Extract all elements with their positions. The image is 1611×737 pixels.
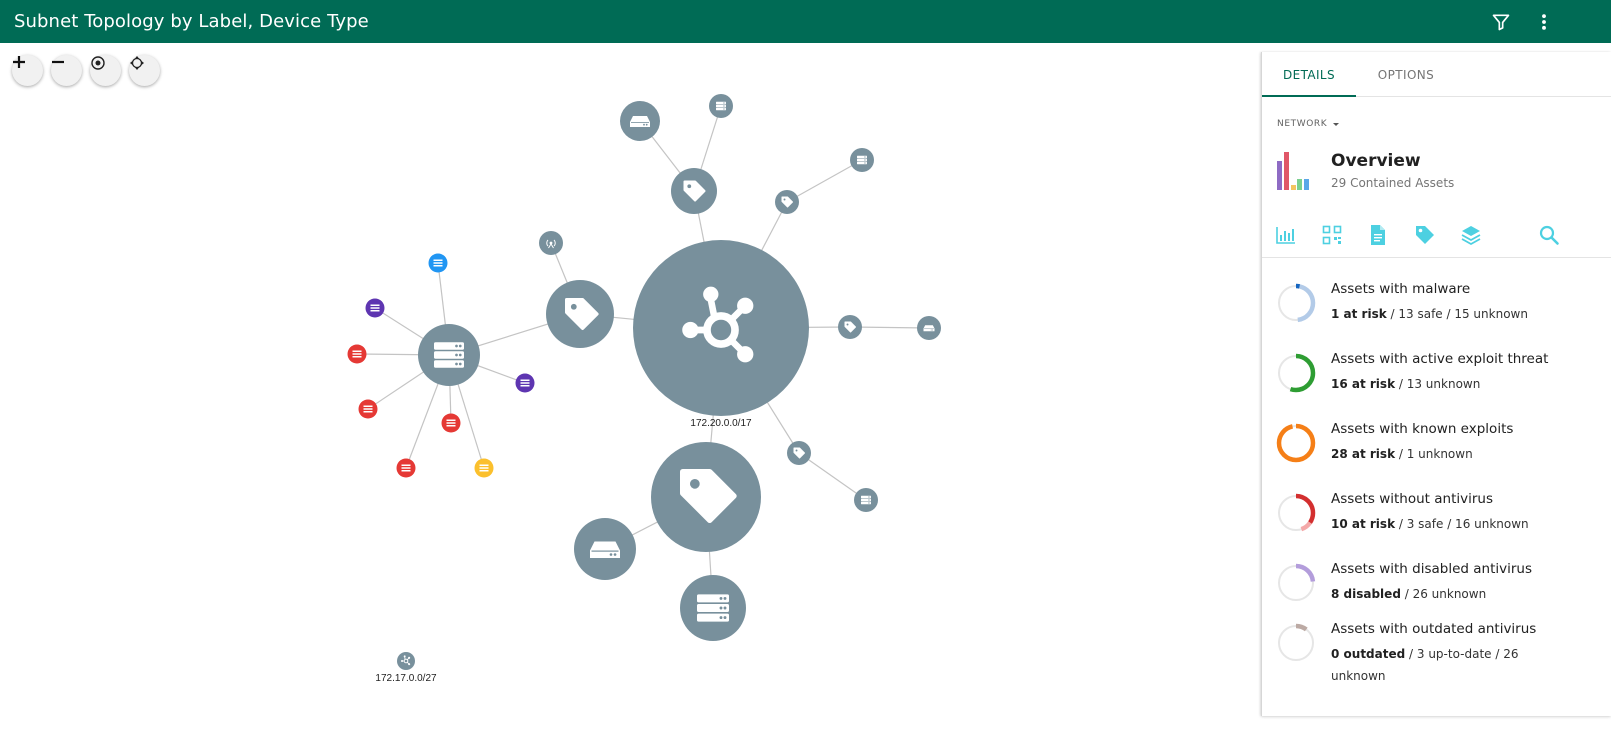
drive-node[interactable]: [917, 316, 941, 340]
details-panel: DETAILS OPTIONS NETWORK Overview 29 Cont…: [1261, 52, 1611, 716]
metric-counts: 28 at risk / 1 unknown: [1331, 447, 1473, 461]
active-tab-indicator: [1262, 95, 1356, 97]
metric-active-exploit[interactable]: Assets with active exploit threat 16 at …: [1262, 351, 1611, 415]
network-selector[interactable]: NETWORK: [1277, 119, 1341, 129]
asset-node-purple[interactable]: [515, 373, 535, 393]
toolbar-divider: [1262, 257, 1611, 258]
asset-node-red[interactable]: [358, 399, 378, 419]
metric-outdated-antivirus[interactable]: Assets with outdated antivirus 0 outdate…: [1262, 621, 1611, 685]
server-node[interactable]: [709, 94, 733, 118]
asset-node-red[interactable]: [396, 458, 416, 478]
known-exploits-donut: [1276, 423, 1316, 463]
overview-subtitle: 29 Contained Assets: [1331, 176, 1455, 190]
metric-known-exploits[interactable]: Assets with known exploits 28 at risk / …: [1262, 421, 1611, 485]
page-title: Subnet Topology by Label, Device Type: [14, 11, 369, 32]
more-vert-icon[interactable]: [1530, 8, 1558, 36]
document-icon[interactable]: [1367, 224, 1389, 246]
subnet-node-main[interactable]: [633, 240, 809, 416]
metric-title: Assets without antivirus: [1331, 491, 1494, 507]
caret-down-icon: [1333, 123, 1340, 126]
donut-segment: [1278, 625, 1314, 661]
donut-segment: [1276, 423, 1316, 463]
layers-icon[interactable]: [1460, 224, 1482, 246]
metric-title: Assets with disabled antivirus: [1331, 561, 1533, 577]
filter-icon[interactable]: [1487, 8, 1515, 36]
tab-options[interactable]: OPTIONS: [1356, 52, 1456, 97]
asset-node-red[interactable]: [347, 344, 367, 364]
metric-title: Assets with outdated antivirus: [1331, 621, 1537, 637]
metric-disabled-antivirus[interactable]: Assets with disabled antivirus 8 disable…: [1262, 561, 1611, 625]
panel-tabs: DETAILS OPTIONS: [1262, 52, 1611, 97]
outdated-antivirus-donut: [1276, 623, 1316, 663]
search-icon[interactable]: [1538, 224, 1560, 246]
server-node[interactable]: [418, 324, 480, 386]
wireless-node[interactable]: [539, 231, 563, 255]
drive-node[interactable]: [574, 518, 636, 580]
without-antivirus-donut: [1276, 493, 1316, 533]
subnet-node-small[interactable]: [397, 652, 415, 670]
network-selector-label: NETWORK: [1277, 119, 1328, 129]
active-exploit-donut: [1276, 353, 1316, 393]
server-node[interactable]: [680, 575, 746, 641]
app-header: Subnet Topology by Label, Device Type: [0, 0, 1611, 43]
label-node[interactable]: [671, 168, 717, 214]
topology-graph: 172.20.0.0/17 172.17.0.0/27: [347, 94, 941, 684]
label-node[interactable]: [775, 190, 799, 214]
metric-counts: 8 disabled / 26 unknown: [1331, 587, 1487, 601]
metric-title: Assets with active exploit threat: [1331, 351, 1549, 367]
topology-canvas[interactable]: 172.20.0.0/17 172.17.0.0/27: [0, 43, 1262, 737]
label-node[interactable]: [838, 315, 862, 339]
bar-chart-icon[interactable]: [1275, 224, 1297, 246]
tab-details[interactable]: DETAILS: [1262, 52, 1356, 97]
asset-node-yellow[interactable]: [474, 458, 494, 478]
metric-without-antivirus[interactable]: Assets without antivirus 10 at risk / 3 …: [1262, 491, 1611, 555]
metric-title: Assets with known exploits: [1331, 421, 1514, 437]
label-node[interactable]: [787, 441, 811, 465]
asset-node-red[interactable]: [441, 413, 461, 433]
metric-counts: 10 at risk / 3 safe / 16 unknown: [1331, 517, 1529, 531]
drive-node[interactable]: [620, 101, 660, 141]
server-node[interactable]: [854, 488, 878, 512]
overview-title: Overview: [1331, 151, 1421, 171]
tag-icon[interactable]: [1414, 224, 1436, 246]
asset-node-blue[interactable]: [428, 253, 448, 273]
overview-chart-icon: [1277, 152, 1309, 190]
metric-counts: 16 at risk / 13 unknown: [1331, 377, 1481, 391]
server-node[interactable]: [850, 148, 874, 172]
malware-donut: [1276, 283, 1316, 323]
subnet-small-label: 172.17.0.0/27: [375, 673, 437, 684]
metric-malware[interactable]: Assets with malware 1 at risk / 13 safe …: [1262, 281, 1611, 345]
metric-counts: 0 outdated / 3 up-to-date / 26 unknown: [1331, 647, 1519, 683]
qr-grid-icon[interactable]: [1321, 224, 1343, 246]
label-node[interactable]: [546, 280, 614, 348]
label-node[interactable]: [651, 442, 761, 552]
asset-node-purple[interactable]: [365, 298, 385, 318]
metric-counts: 1 at risk / 13 safe / 15 unknown: [1331, 307, 1528, 321]
metric-title: Assets with malware: [1331, 281, 1471, 297]
disabled-antivirus-donut: [1276, 563, 1316, 603]
subnet-main-label: 172.20.0.0/17: [690, 418, 752, 429]
